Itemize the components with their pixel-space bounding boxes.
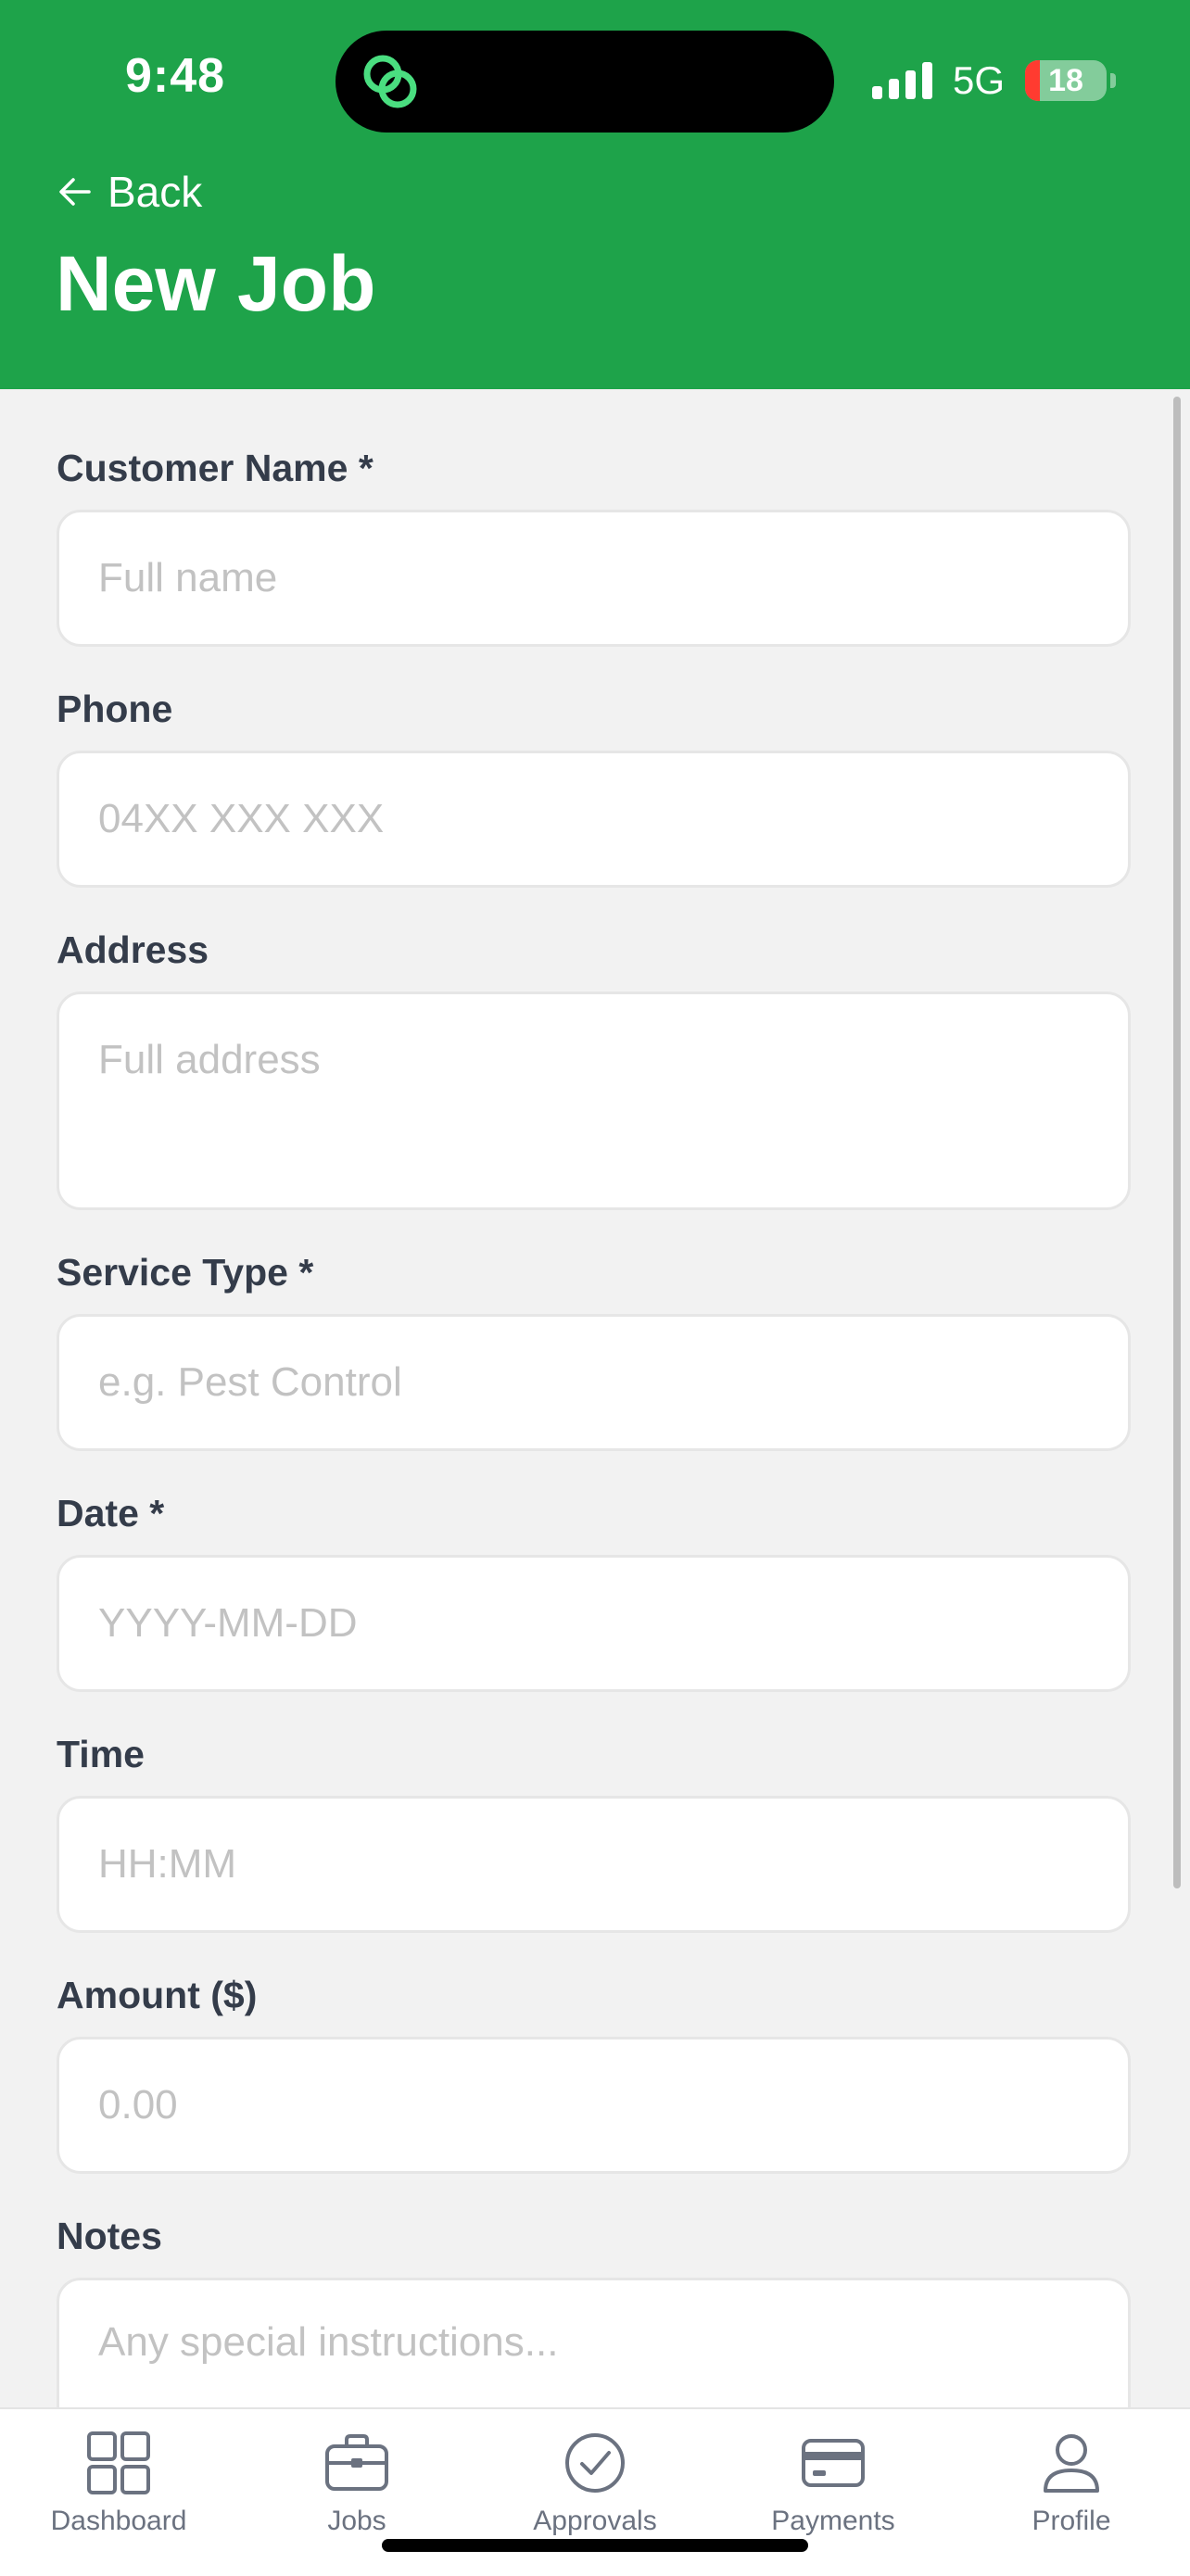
customer-name-input[interactable] (57, 510, 1131, 647)
signal-icon (871, 62, 932, 99)
time-label: Time (57, 1733, 145, 1775)
status-time: 9:48 (125, 49, 226, 103)
tab-payments[interactable]: Payments (722, 2430, 944, 2537)
scrollbar[interactable] (1173, 397, 1181, 1888)
tab-profile[interactable]: Profile (960, 2430, 1183, 2537)
network-label: 5G (952, 58, 1005, 102)
app-link-icon (363, 55, 417, 108)
phone-input[interactable] (57, 751, 1131, 888)
customer-name-label: Customer Name * (57, 447, 373, 489)
tab-label: Jobs (327, 2506, 386, 2536)
home-indicator[interactable] (382, 2539, 808, 2552)
amount-input[interactable] (57, 2037, 1131, 2174)
back-label: Back (108, 168, 203, 216)
battery-nub (1110, 73, 1116, 88)
briefcase-icon (325, 2434, 388, 2491)
tab-label: Dashboard (50, 2506, 187, 2536)
notes-label: Notes (57, 2215, 162, 2257)
tab-label: Profile (1032, 2506, 1111, 2536)
amount-label: Amount ($) (57, 1974, 258, 2016)
time-input[interactable] (57, 1796, 1131, 1933)
phone-label: Phone (57, 688, 173, 730)
page-title: New Job (56, 240, 376, 327)
address-label: Address (57, 928, 209, 971)
service-type-input[interactable] (57, 1314, 1131, 1451)
back-button[interactable]: Back (56, 167, 202, 217)
date-label: Date * (57, 1492, 165, 1534)
person-icon (1044, 2434, 1099, 2493)
card-icon (802, 2439, 865, 2487)
address-input[interactable] (57, 991, 1131, 1210)
tab-label: Payments (771, 2506, 895, 2536)
status-indicators: 5G 18 (871, 56, 1116, 106)
tab-dashboard[interactable]: Dashboard (7, 2430, 230, 2537)
battery-icon: 18 (1025, 60, 1107, 101)
dynamic-island (335, 31, 834, 133)
tab-jobs[interactable]: Jobs (246, 2430, 468, 2537)
battery-level: 18 (1048, 62, 1083, 98)
grid-icon (87, 2431, 150, 2494)
service-type-label: Service Type * (57, 1251, 314, 1294)
arrow-left-icon (59, 178, 91, 206)
tab-label: Approvals (533, 2506, 657, 2536)
tab-approvals[interactable]: Approvals (484, 2430, 706, 2537)
date-input[interactable] (57, 1555, 1131, 1692)
check-circle-icon (565, 2433, 625, 2493)
header: 9:48 5G 18 Back New Job (0, 0, 1190, 389)
